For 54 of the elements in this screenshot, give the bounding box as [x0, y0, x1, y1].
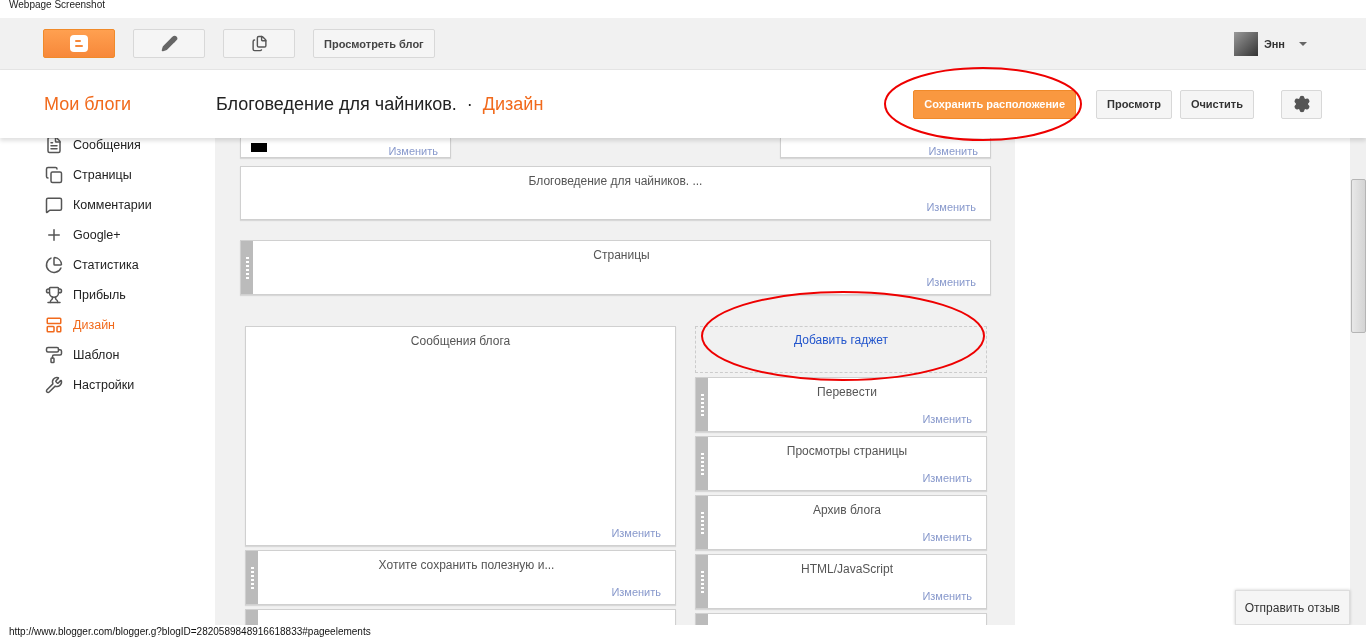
- gadget-title: Архив блога: [813, 503, 881, 517]
- posts-icon: [45, 138, 63, 154]
- image-thumbnail-icon: [251, 143, 267, 152]
- layout-icon: [45, 316, 63, 334]
- sidebar-item[interactable]: Шаблон: [45, 340, 215, 370]
- gadget-title: Сообщения блога: [410, 334, 511, 348]
- settings-icon: [1292, 95, 1311, 113]
- sidebar-item[interactable]: Дизайн: [45, 310, 215, 340]
- gadget-title: Просмотры страницы: [786, 444, 908, 458]
- gadget-title: HTML/JavaScript: [801, 562, 893, 576]
- earnings-icon: [45, 286, 63, 304]
- sidebar-item[interactable]: Сообщения: [45, 138, 215, 160]
- pages-icon: [45, 166, 63, 184]
- add-gadget-link[interactable]: Добавить гаджет: [695, 326, 987, 373]
- gadget-title: Страницы: [593, 248, 650, 262]
- drag-handle-icon[interactable]: [700, 511, 704, 534]
- sidebar-item[interactable]: Страницы: [45, 160, 215, 190]
- drag-handle-icon[interactable]: [245, 256, 249, 279]
- gadget-title: Хотите сохранить полезную и...: [378, 558, 555, 572]
- caret-icon[interactable]: [1299, 41, 1307, 46]
- template-icon: [45, 346, 63, 364]
- posts-list-button[interactable]: [223, 29, 295, 58]
- scrollbar[interactable]: [1350, 138, 1366, 625]
- my-blogs-link[interactable]: Мои блоги: [44, 93, 132, 114]
- blogger-logo-icon: [70, 35, 88, 52]
- sidebar-item[interactable]: Комментарии: [45, 190, 215, 220]
- pencil-icon: [160, 35, 178, 52]
- new-post-button[interactable]: [133, 29, 205, 58]
- blog-title: Блоговедение для чайников.: [216, 93, 457, 115]
- drag-handle-icon[interactable]: [700, 393, 704, 416]
- screenshot-caption: Webpage Screenshot: [8, 0, 106, 12]
- section-title: Дизайн: [482, 93, 544, 115]
- title-separator: ·: [466, 93, 473, 115]
- gadget-title: Блоговедение для чайников. ...: [528, 174, 703, 188]
- user-name[interactable]: Энн: [1263, 37, 1285, 50]
- feedback-button[interactable]: Отправить отзыв: [1234, 590, 1350, 625]
- sidebar-item[interactable]: Прибыль: [45, 280, 215, 310]
- header-button[interactable]: Очистить: [1179, 89, 1254, 119]
- settings-icon: [45, 376, 63, 394]
- settings-button[interactable]: [1281, 89, 1322, 119]
- documents-icon: [250, 35, 268, 52]
- comments-icon: [45, 196, 63, 214]
- sidebar-item[interactable]: Статистика: [45, 250, 215, 280]
- header-button[interactable]: Просмотр: [1096, 89, 1172, 119]
- drag-handle-icon[interactable]: [700, 570, 704, 593]
- drag-handle-icon[interactable]: [700, 452, 704, 475]
- drag-handle-icon[interactable]: [250, 566, 254, 589]
- stats-icon: [45, 256, 63, 274]
- sidebar-item[interactable]: Настройки: [45, 370, 215, 400]
- avatar[interactable]: [1233, 31, 1258, 56]
- gadget-title: Перевести: [817, 385, 877, 399]
- blogger-logo-button[interactable]: [43, 29, 115, 58]
- sidebar-item[interactable]: Google+: [45, 220, 215, 250]
- view-blog-button[interactable]: Просмотреть блог: [313, 29, 435, 58]
